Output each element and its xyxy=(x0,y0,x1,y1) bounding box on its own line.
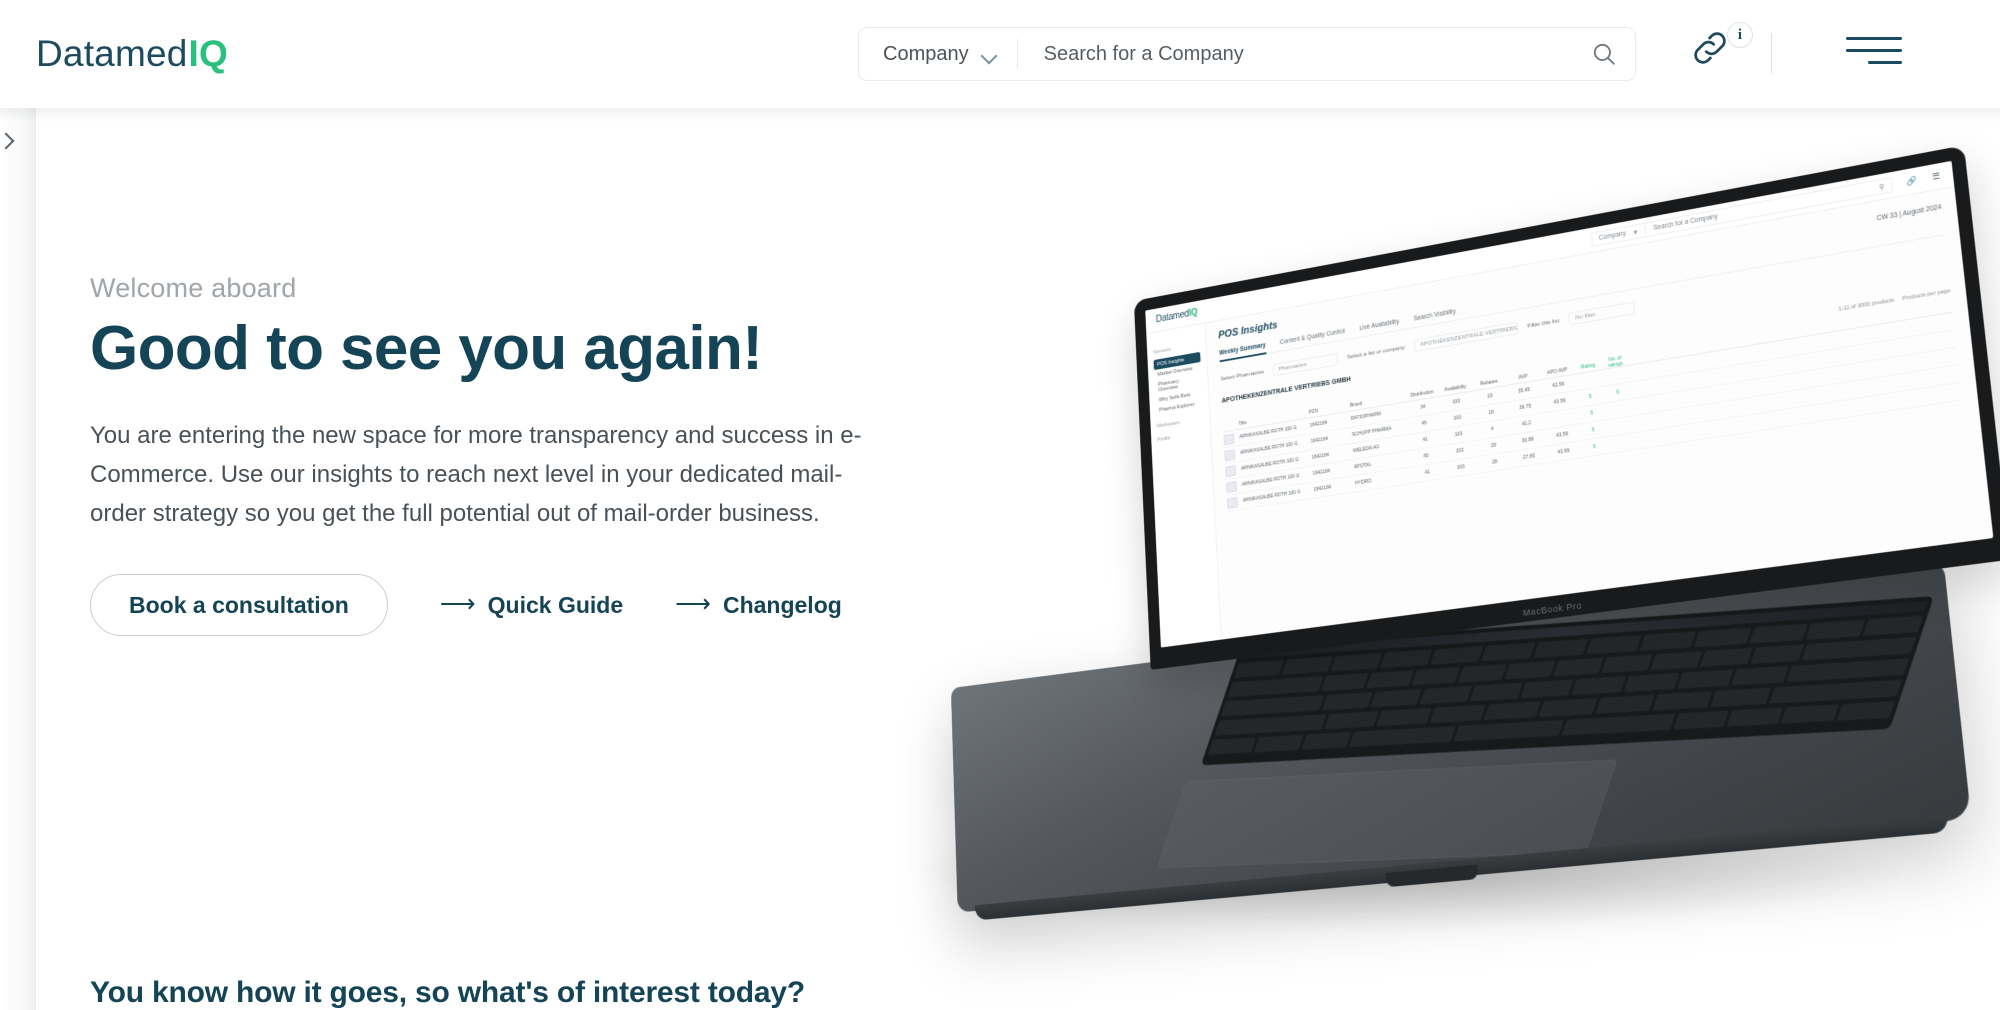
mini-search-placeholder: Search for a Company xyxy=(1653,213,1719,232)
hamburger-menu-icon[interactable] xyxy=(1846,37,1902,71)
mini-product-thumb xyxy=(1225,464,1237,477)
search-scope-dropdown[interactable]: Company xyxy=(859,28,1017,80)
mini-filter-label: Select a list or company xyxy=(1346,344,1405,361)
main-content: DatamedIQ Company ▾ Search for a Company… xyxy=(37,108,2000,1010)
mini-table: Title PZN Brand Distribution Availabilit… xyxy=(1222,300,1963,512)
sidebar-expand-toggle[interactable] xyxy=(0,130,20,152)
brand-logo[interactable]: Datamed IQ xyxy=(36,33,228,75)
search-scope-label: Company xyxy=(883,42,969,65)
hero-eyebrow: Welcome aboard xyxy=(90,273,297,303)
hamburger-line-1 xyxy=(1846,37,1902,40)
mini-sidebar: Services POS Insights Market Overview Ph… xyxy=(1146,323,1222,648)
laptop-trackpad xyxy=(1156,759,1618,869)
mini-sidebar-item: Why Sells Best xyxy=(1158,391,1191,403)
mini-table-header: Title PZN Brand Distribution Availabilit… xyxy=(1222,300,1953,433)
mini-product-thumb xyxy=(1223,433,1235,445)
interest-section-title: You know how it goes, so what's of inter… xyxy=(90,976,805,1009)
mini-week-label: CW 33 | August 2024 xyxy=(1876,203,1942,223)
mini-sidebar-item: Pharma Explorer xyxy=(1159,401,1195,413)
search-submit-button[interactable] xyxy=(1573,28,1635,80)
search-icon xyxy=(1593,43,1615,65)
laptop-notch xyxy=(1385,864,1478,888)
laptop-lip xyxy=(974,814,1949,921)
search-input[interactable] xyxy=(1017,28,1573,80)
mini-search-bar: Company ▾ Search for a Company ⚲ xyxy=(1590,177,1894,248)
link-icon xyxy=(1694,32,1726,64)
mini-product-thumb xyxy=(1226,496,1238,509)
info-badge[interactable]: i xyxy=(1727,22,1753,48)
mini-filter-value: Pharmacies xyxy=(1272,352,1339,377)
hamburger-line-2 xyxy=(1846,49,1902,52)
laptop-hero-image: DatamedIQ Company ▾ Search for a Company… xyxy=(817,145,2000,968)
mini-search-scope: Company xyxy=(1598,230,1627,242)
hero-description: You are entering the new space for more … xyxy=(90,422,862,528)
mini-app-header: DatamedIQ Company ▾ Search for a Company… xyxy=(1145,160,1955,335)
arrow-right-icon: ⟶ xyxy=(675,589,711,618)
mini-menu-icon: ☰ xyxy=(1931,171,1941,182)
header-divider xyxy=(1771,33,1772,73)
mini-filters: Select Pharmacies Pharmacies Select a li… xyxy=(1220,247,1947,385)
mini-brand-logo: DatamedIQ xyxy=(1155,307,1198,326)
mini-sidebar-group-3: Profile xyxy=(1157,435,1171,444)
changelog-link[interactable]: ⟶ Changelog xyxy=(675,589,842,619)
mini-result-count: 1-11 of 3000 products xyxy=(1838,297,1895,313)
laptop-touchbar xyxy=(1240,600,1929,659)
brand-logo-main: Datamed xyxy=(36,33,188,74)
global-search-bar: Company xyxy=(858,27,1636,81)
mini-filter-value: No filter xyxy=(1568,301,1636,326)
mini-search-icon: ⚲ xyxy=(1878,183,1885,191)
laptop-shadow xyxy=(887,813,1927,933)
laptop-base xyxy=(950,559,1972,921)
mini-tab: Content & Quality Control xyxy=(1279,328,1346,347)
mini-filter-label: Select Pharmacies xyxy=(1220,369,1265,383)
mini-tabs: Weekly Summary Content & Quality Control… xyxy=(1219,221,1945,363)
laptop-stage: DatamedIQ Company ▾ Search for a Company… xyxy=(893,133,2000,1010)
mini-product-thumb xyxy=(1225,480,1237,493)
mini-sidebar-group-2: Workspace xyxy=(1156,420,1181,430)
app-header: DatamedIQ Company i xyxy=(0,0,2000,122)
mini-tab: Search Visibility xyxy=(1413,308,1456,323)
brand-logo-accent: IQ xyxy=(188,33,229,74)
mini-sidebar-group-1: Services xyxy=(1153,346,1172,356)
laptop-model-label: MacBook Pro xyxy=(1522,600,1583,619)
mini-table-row: ARNIKASALBE ROTH 100 G 1942184 RATIOPHAR… xyxy=(1223,312,1955,449)
mini-app-body: Services POS Insights Market Overview Ph… xyxy=(1146,187,1993,648)
mini-table-row: ARNIKASALBE ROTH 100 G 1942184 WELEDA AG… xyxy=(1224,347,1959,480)
page-body: DatamedIQ Company ▾ Search for a Company… xyxy=(0,108,2000,1010)
laptop-screen: DatamedIQ Company ▾ Search for a Company… xyxy=(1145,160,1994,648)
mini-table-row: ARNIKASALBE ROTH 100 G 1942184 APOTAL 80… xyxy=(1225,365,1961,496)
page-title: Good to see you again! xyxy=(90,314,763,383)
hero-text-block: Welcome aboard Good to see you again! Yo… xyxy=(90,273,920,637)
laptop-lid: DatamedIQ Company ▾ Search for a Company… xyxy=(1133,145,2000,670)
quick-guide-link[interactable]: ⟶ Quick Guide xyxy=(439,589,624,619)
mini-per-page-label: Products per page xyxy=(1902,288,1951,303)
mini-filter-label: Filter this list xyxy=(1527,317,1560,330)
book-consultation-button[interactable]: Book a consultation xyxy=(90,574,388,637)
mini-link-icon: 🔗 xyxy=(1906,175,1919,187)
mini-table-row: ARNIKASALBE ROTH 100 G 1942184 SCHUPP PH… xyxy=(1224,330,1957,465)
mini-product-thumb xyxy=(1224,448,1236,461)
sidebar-rail xyxy=(0,108,36,1010)
mini-company-name: APOTHEKENZENTRALE VERTRIEBS GMBH xyxy=(1221,376,1352,405)
mini-filter-value: APOTHEKENZENTRALE VERTRIEBS GMBH xyxy=(1413,321,1519,353)
hamburger-line-3 xyxy=(1868,61,1902,64)
mini-sidebar-item: Pharmacy Overview xyxy=(1157,378,1180,393)
mini-page-title: POS Insights xyxy=(1218,319,1278,342)
mini-tab: Live Availability xyxy=(1359,318,1400,333)
mini-app: DatamedIQ Company ▾ Search for a Company… xyxy=(1145,160,1993,648)
mini-sidebar-item: POS Insights xyxy=(1153,351,1201,371)
mini-main-panel: POS Insights CW 33 | August 2024 Weekly … xyxy=(1206,187,1994,640)
mini-tab: Weekly Summary xyxy=(1219,342,1267,363)
laptop-keyboard xyxy=(1200,596,1934,766)
arrow-right-icon: ⟶ xyxy=(439,589,476,618)
mini-table-row: ARNIKASALBE ROTH 100 G 1942184 HYDRO 41 … xyxy=(1226,382,1963,512)
hero-cta-row: Book a consultation ⟶ Quick Guide ⟶ Chan… xyxy=(90,574,920,637)
chevron-down-icon xyxy=(982,50,997,59)
changelog-label: Changelog xyxy=(722,591,842,618)
quick-guide-label: Quick Guide xyxy=(487,591,624,618)
mini-header-icons: 🔗 ☰ xyxy=(1907,171,1941,186)
mini-sidebar-item: Market Overview xyxy=(1157,365,1193,378)
